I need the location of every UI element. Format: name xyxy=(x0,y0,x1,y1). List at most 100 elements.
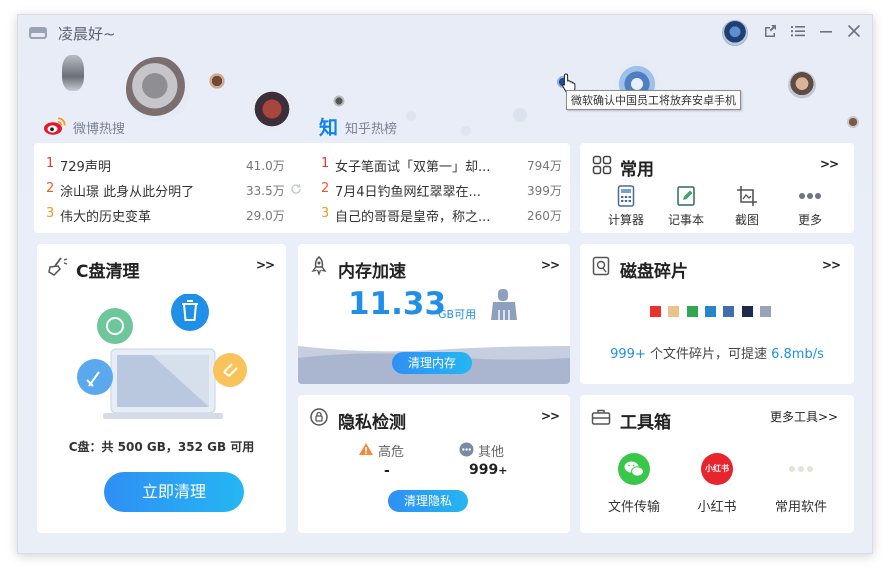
c-drive-clean-card: C盘清理 >> C盘：共 500 GB，352 GB 可用 立即清理 xyxy=(37,244,286,533)
c-clean-more-link[interactable]: >> xyxy=(256,258,275,272)
disk-icon xyxy=(592,256,610,276)
other-dots-icon xyxy=(459,442,474,457)
c-drive-info: C盘：共 500 GB，352 GB 可用 xyxy=(68,440,255,454)
tool-label: 截图 xyxy=(734,213,759,227)
news-bubble[interactable] xyxy=(846,115,860,129)
more-tools[interactable]: 更多 xyxy=(784,185,836,228)
toolbox-icon xyxy=(591,409,611,425)
file-transfer-tool[interactable]: 文件传输 xyxy=(604,453,664,515)
memory-title: 内存加速 xyxy=(338,262,406,282)
rank-number: 1 xyxy=(321,156,330,171)
weibo-hot-item[interactable]: 1 729声明 41.0万 xyxy=(46,156,302,176)
privacy-more-link[interactable]: >> xyxy=(541,409,560,423)
xiaohongshu-tool[interactable]: 小红书 小红书 xyxy=(687,453,747,515)
xiaohongshu-icon: 小红书 xyxy=(701,453,733,485)
news-tooltip: 微软确认中国员工将放弃安卓手机 xyxy=(566,90,741,110)
c-clean-title: C盘清理 xyxy=(76,262,140,282)
notepad-icon xyxy=(677,186,695,206)
fragment-square xyxy=(741,306,753,317)
more-dots-icon xyxy=(789,466,813,472)
fragment-square xyxy=(704,306,716,317)
rank-number: 3 xyxy=(321,206,330,221)
disk-fragment-info: 999+ 个文件碎片，可提速 6.8mb/s xyxy=(580,343,854,362)
privacy-title: 隐私检测 xyxy=(338,413,406,433)
news-bubble[interactable] xyxy=(62,55,84,91)
user-avatar[interactable] xyxy=(722,20,748,46)
grid-icon xyxy=(592,155,612,175)
tool-label: 常用软件 xyxy=(774,500,827,515)
disk-more-link[interactable]: >> xyxy=(822,258,841,272)
hot-item-count: 794万 xyxy=(527,159,562,173)
more-dots-icon xyxy=(799,193,821,199)
clean-memory-button[interactable]: 清理内存 xyxy=(392,352,472,374)
disk-defrag-card: 磁盘碎片 >> 999+ 个文件碎片，可提速 6.8mb/s xyxy=(580,244,854,384)
high-risk-label: 高危 xyxy=(378,445,405,460)
screenshot-tool[interactable]: 截图 xyxy=(721,185,773,228)
hot-item-text: 女子笔面试「双第一」却... xyxy=(335,160,491,175)
main-window: 凌晨好~ 微软确认中国员工将放弃安卓手机 微博热搜 知 知乎热榜 1 729声明… xyxy=(17,14,873,554)
news-bubble xyxy=(406,111,416,121)
weibo-icon xyxy=(44,117,66,135)
share-icon[interactable] xyxy=(760,23,780,43)
news-bubble[interactable] xyxy=(332,94,346,108)
menu-icon[interactable] xyxy=(788,23,808,43)
warning-icon xyxy=(359,443,373,455)
tool-label: 计算器 xyxy=(607,213,644,227)
news-bubble[interactable] xyxy=(788,71,816,99)
other-label: 其他 xyxy=(478,445,505,460)
fragment-square xyxy=(650,306,661,317)
other-suffix: + xyxy=(498,464,508,477)
refresh-icon[interactable] xyxy=(290,183,302,195)
rank-number: 2 xyxy=(321,181,330,196)
news-bubble[interactable] xyxy=(208,72,226,90)
weibo-hot-label[interactable]: 微博热搜 xyxy=(73,118,125,137)
high-risk-value: - xyxy=(384,463,390,479)
weibo-hot-item[interactable]: 2 涂山璟 此身从此分明了 33.5万 xyxy=(46,181,302,201)
close-icon[interactable] xyxy=(844,23,864,43)
hot-item-text: 729声明 xyxy=(60,160,111,175)
broom-brush-icon xyxy=(491,289,517,320)
hot-item-text: 伟大的历史变革 xyxy=(60,210,152,225)
zhihu-hot-item[interactable]: 1 女子笔面试「双第一」却... 794万 xyxy=(321,156,562,176)
more-tools-link[interactable]: 更多工具>> xyxy=(770,408,838,425)
hot-list-card: 1 729声明 41.0万 2 涂山璟 此身从此分明了 33.5万 3 伟大的历… xyxy=(34,143,570,233)
hot-item-count: 41.0万 xyxy=(246,159,285,173)
zhihu-hot-item[interactable]: 2 7月4日钓鱼网红翠翠在... 399万 xyxy=(321,181,562,201)
weibo-hot-item[interactable]: 3 伟大的历史变革 29.0万 xyxy=(46,206,302,226)
disk-title: 磁盘碎片 xyxy=(620,262,688,282)
greeting-title: 凌晨好~ xyxy=(58,25,116,43)
news-bubble[interactable] xyxy=(250,87,294,131)
clean-privacy-button[interactable]: 清理隐私 xyxy=(388,490,468,512)
wechat-icon xyxy=(618,453,650,485)
hot-item-text: 7月4日钓鱼网红翠翠在... xyxy=(335,185,481,200)
zhihu-hot-item[interactable]: 3 自己的哥哥是皇帝，称之... 260万 xyxy=(321,206,562,226)
fragment-square xyxy=(668,306,680,317)
memory-more-link[interactable]: >> xyxy=(541,258,560,272)
hot-item-text: 涂山璟 此身从此分明了 xyxy=(60,185,195,200)
fragment-square xyxy=(686,306,698,317)
news-bubble xyxy=(461,126,471,136)
notepad-tool[interactable]: 记事本 xyxy=(660,185,712,228)
news-bubble[interactable] xyxy=(126,57,190,121)
news-bubble xyxy=(513,108,527,122)
common-title: 常用 xyxy=(620,160,654,180)
news-bubble-banner xyxy=(18,51,872,141)
toolbox-title: 工具箱 xyxy=(620,413,671,433)
memory-value: 11.33 xyxy=(348,286,447,322)
common-software-tool[interactable]: 常用软件 xyxy=(769,453,833,515)
tool-label: 文件传输 xyxy=(607,500,660,515)
rank-number: 2 xyxy=(46,181,55,196)
minimize-icon[interactable] xyxy=(816,23,836,43)
rank-number: 1 xyxy=(46,156,55,171)
disk-logo-icon xyxy=(29,27,47,39)
calculator-tool[interactable]: 计算器 xyxy=(600,185,652,228)
fragment-desc: 个文件碎片，可提速 xyxy=(645,347,772,362)
privacy-shield-icon xyxy=(310,408,328,426)
hot-item-text: 自己的哥哥是皇帝，称之... xyxy=(335,210,491,225)
laptop-clean-illustration xyxy=(77,294,247,419)
hot-item-count: 260万 xyxy=(527,209,562,223)
zhihu-hot-label[interactable]: 知乎热榜 xyxy=(345,118,397,137)
clean-now-button[interactable]: 立即清理 xyxy=(104,472,244,512)
common-more-link[interactable]: >> xyxy=(820,157,839,171)
hot-item-count: 399万 xyxy=(527,184,562,198)
